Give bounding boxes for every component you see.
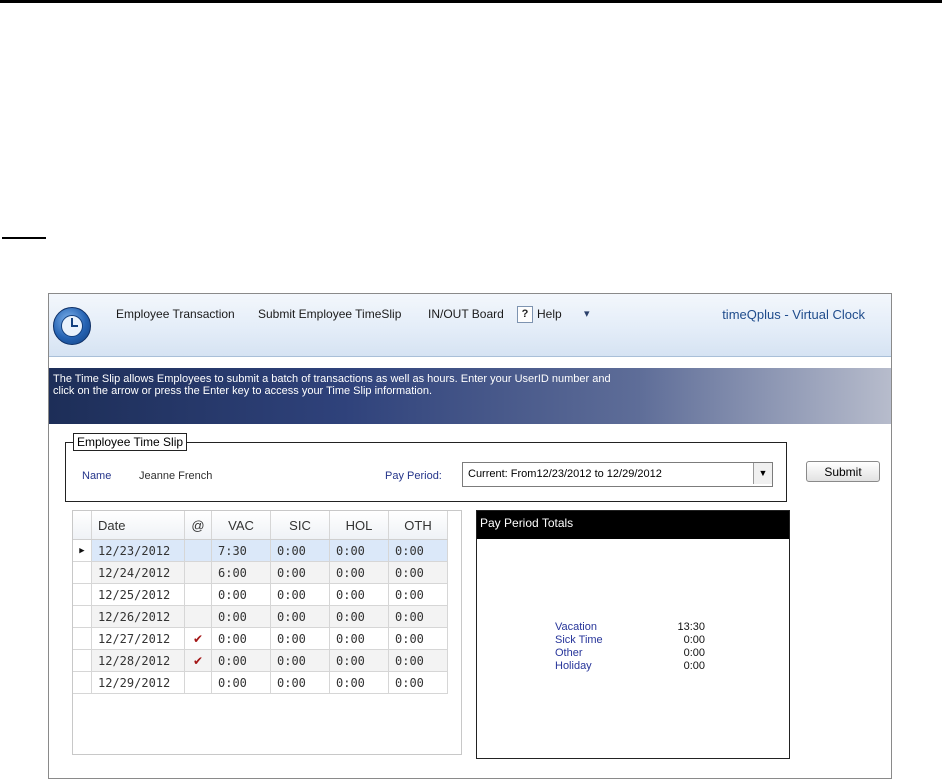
short-rule	[2, 237, 46, 239]
cell-sic[interactable]: 0:00	[270, 671, 330, 694]
pay-period-value: Current: From12/23/2012 to 12/29/2012	[468, 468, 662, 480]
ribbon: Employee Transaction Submit Employee Tim…	[49, 294, 891, 357]
totals-value: 13:30	[677, 621, 705, 633]
name-value: Jeanne French	[139, 470, 213, 482]
cell-vac[interactable]: 6:00	[211, 561, 271, 584]
cell-date[interactable]: 12/25/2012	[91, 583, 185, 606]
column-oth[interactable]: OTH	[388, 511, 448, 540]
cell-oth[interactable]: 0:00	[388, 605, 448, 628]
submit-button[interactable]: Submit	[806, 461, 880, 482]
pay-period-label: Pay Period:	[385, 470, 442, 482]
cell-vac[interactable]: 0:00	[211, 583, 271, 606]
cell-vac[interactable]: 0:00	[211, 649, 271, 672]
help-icon[interactable]: ?	[517, 306, 533, 323]
pay-period-select[interactable]: Current: From12/23/2012 to 12/29/2012 ▼	[462, 462, 773, 487]
table-row[interactable]: 12/25/2012 0:00 0:00 0:00 0:00	[73, 583, 448, 606]
cell-oth[interactable]: 0:00	[388, 671, 448, 694]
cell-hol[interactable]: 0:00	[329, 583, 389, 606]
app-window: Employee Transaction Submit Employee Tim…	[48, 293, 892, 779]
row-header-corner	[73, 511, 92, 540]
totals-row-holiday: Holiday 0:00	[555, 660, 705, 673]
totals-header: Pay Period Totals	[477, 511, 789, 539]
column-date[interactable]: Date	[91, 511, 185, 540]
quick-access-dropdown-icon[interactable]: ▾	[584, 307, 590, 320]
column-at[interactable]: @	[184, 511, 212, 540]
column-sic[interactable]: SIC	[270, 511, 330, 540]
table-row[interactable]: 12/24/2012 6:00 0:00 0:00 0:00	[73, 561, 448, 584]
table-row[interactable]: 12/27/2012 ✔ 0:00 0:00 0:00 0:00	[73, 627, 448, 650]
cell-date[interactable]: 12/23/2012	[91, 539, 185, 562]
top-rule	[0, 0, 942, 3]
check-icon[interactable]: ✔	[184, 627, 212, 650]
cell-vac[interactable]: 0:00	[211, 671, 271, 694]
pay-period-totals-panel: Pay Period Totals Vacation 13:30 Sick Ti…	[476, 510, 790, 759]
table-row[interactable]: 12/28/2012 ✔ 0:00 0:00 0:00 0:00	[73, 649, 448, 672]
menu-in-out-board[interactable]: IN/OUT Board	[428, 307, 504, 321]
cell-at[interactable]	[184, 539, 212, 562]
totals-label: Vacation	[555, 621, 597, 633]
table-row[interactable]: 12/26/2012 0:00 0:00 0:00 0:00	[73, 605, 448, 628]
group-legend: Employee Time Slip	[73, 433, 188, 451]
cell-vac[interactable]: 0:00	[211, 627, 271, 650]
totals-row-other: Other 0:00	[555, 647, 705, 660]
cell-vac[interactable]: 7:30	[211, 539, 271, 562]
totals-row-sick-time: Sick Time 0:00	[555, 634, 705, 647]
totals-value: 0:00	[683, 647, 705, 659]
cell-date[interactable]: 12/27/2012	[91, 627, 185, 650]
cell-sic[interactable]: 0:00	[270, 583, 330, 606]
cell-date[interactable]: 12/24/2012	[91, 561, 185, 584]
cell-vac[interactable]: 0:00	[211, 605, 271, 628]
cell-hol[interactable]: 0:00	[329, 649, 389, 672]
time-slip-grid: Date @ VAC SIC HOL OTH ▶ 12/23/2012 7:30…	[72, 510, 462, 755]
instruction-text: The Time Slip allows Employees to submit…	[53, 373, 611, 397]
cell-at[interactable]	[184, 605, 212, 628]
cell-date[interactable]: 12/29/2012	[91, 671, 185, 694]
cell-hol[interactable]: 0:00	[329, 539, 389, 562]
cell-date[interactable]: 12/28/2012	[91, 649, 185, 672]
name-label: Name	[82, 470, 112, 482]
cell-oth[interactable]: 0:00	[388, 539, 448, 562]
app-title: timeQplus - Virtual Clock	[722, 307, 865, 322]
cell-sic[interactable]: 0:00	[270, 649, 330, 672]
cell-hol[interactable]: 0:00	[329, 627, 389, 650]
menu-help[interactable]: Help	[537, 307, 562, 321]
cell-sic[interactable]: 0:00	[270, 605, 330, 628]
cell-oth[interactable]: 0:00	[388, 649, 448, 672]
totals-label: Holiday	[555, 660, 592, 672]
cell-hol[interactable]: 0:00	[329, 605, 389, 628]
cell-sic[interactable]: 0:00	[270, 539, 330, 562]
check-icon[interactable]: ✔	[184, 649, 212, 672]
cell-hol[interactable]: 0:00	[329, 561, 389, 584]
cell-sic[interactable]: 0:00	[270, 627, 330, 650]
chevron-down-icon[interactable]: ▼	[753, 463, 772, 484]
table-row[interactable]: ▶ 12/23/2012 7:30 0:00 0:00 0:00	[73, 539, 448, 562]
cell-oth[interactable]: 0:00	[388, 627, 448, 650]
cell-hol[interactable]: 0:00	[329, 671, 389, 694]
totals-value: 0:00	[683, 660, 705, 672]
cell-at[interactable]	[184, 583, 212, 606]
menu-employee-transaction[interactable]: Employee Transaction	[116, 307, 235, 321]
cell-sic[interactable]: 0:00	[270, 561, 330, 584]
column-vac[interactable]: VAC	[211, 511, 271, 540]
totals-label: Sick Time	[555, 634, 603, 646]
totals-value: 0:00	[683, 634, 705, 646]
totals-title: Pay Period Totals	[480, 516, 574, 530]
cell-oth[interactable]: 0:00	[388, 583, 448, 606]
table-row[interactable]: 12/29/2012 0:00 0:00 0:00 0:00	[73, 671, 448, 694]
clock-app-button[interactable]	[53, 307, 91, 345]
menu-submit-employee-timeslip[interactable]: Submit Employee TimeSlip	[258, 307, 401, 321]
cell-at[interactable]	[184, 671, 212, 694]
column-hol[interactable]: HOL	[329, 511, 389, 540]
totals-row-vacation: Vacation 13:30	[555, 621, 705, 634]
grid-header: Date @ VAC SIC HOL OTH	[73, 511, 448, 540]
cell-oth[interactable]: 0:00	[388, 561, 448, 584]
cell-at[interactable]	[184, 561, 212, 584]
cell-date[interactable]: 12/26/2012	[91, 605, 185, 628]
row-indicator-icon: ▶	[73, 539, 92, 562]
instruction-banner: The Time Slip allows Employees to submit…	[49, 368, 891, 424]
totals-label: Other	[555, 647, 583, 659]
